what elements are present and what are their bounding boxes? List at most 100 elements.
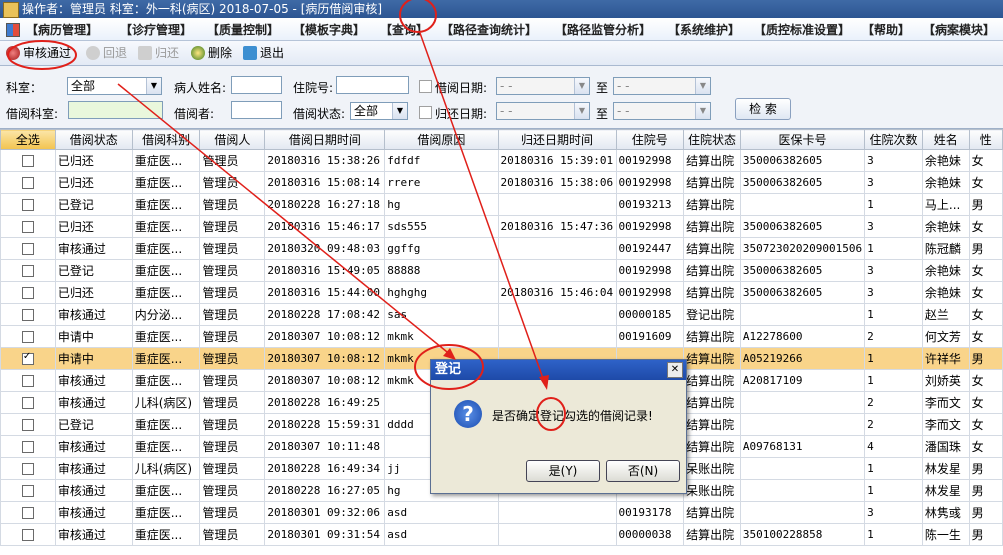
col-status[interactable]: 借阅状态 [54, 129, 133, 150]
borrower-input[interactable] [231, 101, 282, 119]
borrow-date-checkbox[interactable] [419, 80, 432, 93]
table-row[interactable]: 审核通过 内分泌... 管理员 20180228 17:08:42 sas 0000018… [0, 303, 1003, 326]
chevron-down-icon[interactable]: ▼ [392, 103, 407, 119]
menu-item-help[interactable]: 【帮助】 [862, 21, 910, 38]
row-checkbox[interactable] [21, 199, 34, 211]
chevron-down-icon[interactable]: ▼ [146, 78, 161, 94]
row-checkbox[interactable] [21, 155, 34, 167]
rollback-button[interactable]: 回退 [86, 44, 127, 62]
row-select-cell[interactable] [0, 149, 56, 172]
table-row[interactable]: 申请中 重症医... 管理员 20180307 10:08:12 mkmk 0019160… [0, 325, 1003, 348]
row-select-cell[interactable] [0, 325, 56, 348]
row-checkbox[interactable] [21, 529, 34, 541]
row-select-cell[interactable] [0, 259, 56, 282]
dept-select[interactable]: 全部 ▼ [67, 77, 162, 95]
col-return-datetime[interactable]: 归还日期时间 [497, 129, 617, 150]
table-row[interactable]: 已归还 重症医... 管理员 20180316 15:08:14 rrere 201803… [0, 171, 1003, 194]
chevron-down-icon[interactable]: ▼ [695, 78, 710, 94]
table-row[interactable]: 审核通过 重症医... 管理员 20180301 09:31:54 asd 0000003… [0, 523, 1003, 546]
col-dept[interactable]: 借阅科别 [131, 129, 201, 150]
chevron-down-icon[interactable]: ▼ [574, 78, 589, 94]
search-button[interactable]: 检 索 [735, 98, 791, 120]
borrow-dept-input[interactable] [68, 101, 163, 119]
col-card-no[interactable]: 医保卡号 [739, 129, 866, 150]
row-checkbox[interactable] [21, 177, 34, 189]
row-select-cell[interactable] [0, 479, 56, 502]
borrow-date-from[interactable]: - - ▼ [496, 77, 590, 95]
patient-name-input[interactable] [231, 76, 282, 94]
row-select-cell[interactable] [0, 457, 56, 480]
table-row[interactable]: 已归还 重症医... 管理员 20180316 15:44:00 hghghg 20180… [0, 281, 1003, 304]
menu-item-query[interactable]: 【查询】 [380, 21, 428, 38]
row-select-cell[interactable] [0, 215, 56, 238]
row-checkbox[interactable] [21, 265, 34, 277]
row-select-cell[interactable] [0, 369, 56, 392]
row-checkbox[interactable] [21, 243, 34, 255]
row-select-cell[interactable] [0, 281, 56, 304]
menu-item-quality-control[interactable]: 【质量控制】 [207, 21, 279, 38]
menu-item-record-management[interactable]: 【病历管理】 [26, 21, 98, 38]
menu-item-qc-standard[interactable]: 【质控标准设置】 [754, 21, 850, 38]
row-select-cell[interactable] [0, 171, 56, 194]
yes-button[interactable]: 是(Y) [526, 460, 600, 482]
row-select-cell[interactable] [0, 523, 56, 546]
row-checkbox[interactable] [21, 287, 34, 299]
col-sex[interactable]: 性 [968, 129, 1003, 150]
chevron-down-icon[interactable]: ▼ [695, 103, 710, 119]
return-date-from[interactable]: - - ▼ [496, 102, 590, 120]
row-select-cell[interactable] [0, 347, 56, 370]
row-checkbox[interactable] [21, 351, 34, 365]
col-inpatient-no[interactable]: 住院号 [615, 129, 685, 150]
row-select-cell[interactable] [0, 435, 56, 458]
row-checkbox[interactable] [21, 331, 34, 343]
row-select-cell[interactable] [0, 303, 56, 326]
row-checkbox[interactable] [21, 441, 34, 453]
row-select-cell[interactable] [0, 237, 56, 260]
exit-button[interactable]: 退出 [243, 44, 284, 62]
menu-item-path-stats[interactable]: 【路径查询统计】 [441, 21, 537, 38]
table-row[interactable]: 已登记 重症医... 管理员 20180228 16:27:18 hg 00193213 结… [0, 193, 1003, 216]
row-checkbox[interactable] [21, 309, 34, 321]
col-name[interactable]: 姓名 [921, 129, 970, 150]
row-checkbox[interactable] [21, 485, 34, 497]
menu-item-template-dict[interactable]: 【模板字典】 [293, 21, 365, 38]
row-select-cell[interactable] [0, 391, 56, 414]
table-row[interactable]: 已归还 重症医... 管理员 20180316 15:38:26 fdfdf 201803… [0, 149, 1003, 172]
close-icon[interactable]: ✕ [667, 362, 683, 378]
menu-item-diagnosis[interactable]: 【诊疗管理】 [120, 21, 192, 38]
select-all-header[interactable]: 全选 [0, 129, 56, 150]
row-checkbox[interactable] [21, 463, 34, 475]
col-inpatient-status[interactable]: 住院状态 [683, 129, 741, 150]
status-select[interactable]: 全部 ▼ [350, 102, 408, 120]
row-checkbox[interactable] [21, 375, 34, 387]
col-times[interactable]: 住院次数 [864, 129, 923, 150]
app-menu-icon[interactable] [6, 23, 20, 37]
delete-button[interactable]: 删除 [191, 44, 232, 62]
menu-item-system[interactable]: 【系统维护】 [668, 21, 740, 38]
row-select-cell[interactable] [0, 193, 56, 216]
borrow-date-to[interactable]: - - ▼ [613, 77, 711, 95]
table-row[interactable]: 已归还 重症医... 管理员 20180316 15:46:17 sds555 20180… [0, 215, 1003, 238]
row-checkbox[interactable] [21, 397, 34, 409]
table-row[interactable]: 审核通过 重症医... 管理员 20180320 09:48:03 ggffg 00192… [0, 237, 1003, 260]
menu-item-path-analysis[interactable]: 【路径监管分析】 [555, 21, 651, 38]
table-row[interactable]: 已登记 重症医... 管理员 20180316 15:49:05 88888 001929… [0, 259, 1003, 282]
return-button[interactable]: 归还 [138, 44, 179, 62]
row-select-cell[interactable] [0, 413, 56, 436]
return-date-checkbox[interactable] [419, 106, 432, 119]
row-select-cell[interactable] [0, 501, 56, 524]
row-checkbox[interactable] [21, 221, 34, 233]
return-date-to[interactable]: - - ▼ [613, 102, 711, 120]
menu-item-case-module[interactable]: 【病案模块】 [923, 21, 995, 38]
inpatient-no-input[interactable] [336, 76, 409, 94]
col-reason[interactable]: 借阅原因 [384, 129, 499, 150]
no-button[interactable]: 否(N) [606, 460, 680, 482]
col-borrower[interactable]: 借阅人 [199, 129, 266, 150]
approve-button[interactable]: 审核通过 [6, 44, 71, 62]
row-checkbox[interactable] [21, 419, 34, 431]
row-checkbox[interactable] [21, 507, 34, 519]
table-row[interactable]: 审核通过 重症医... 管理员 20180301 09:32:06 asd 0019317… [0, 501, 1003, 524]
chevron-down-icon[interactable]: ▼ [574, 103, 589, 119]
cell-return-datetime: 20180316 15:46:04 [497, 281, 617, 304]
col-datetime[interactable]: 借阅日期时间 [264, 129, 386, 150]
